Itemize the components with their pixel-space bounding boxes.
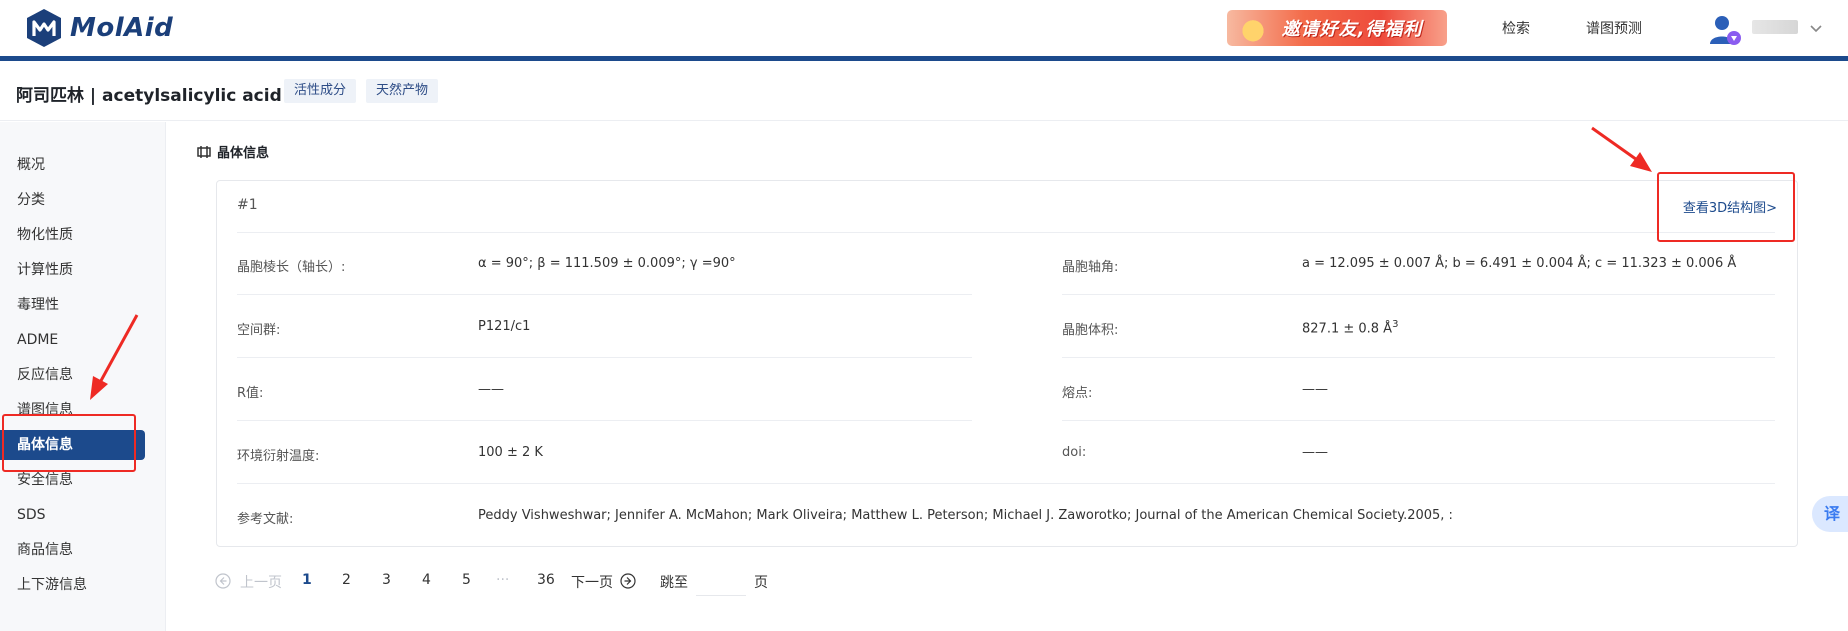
annotation-arrows [90, 126, 1652, 400]
